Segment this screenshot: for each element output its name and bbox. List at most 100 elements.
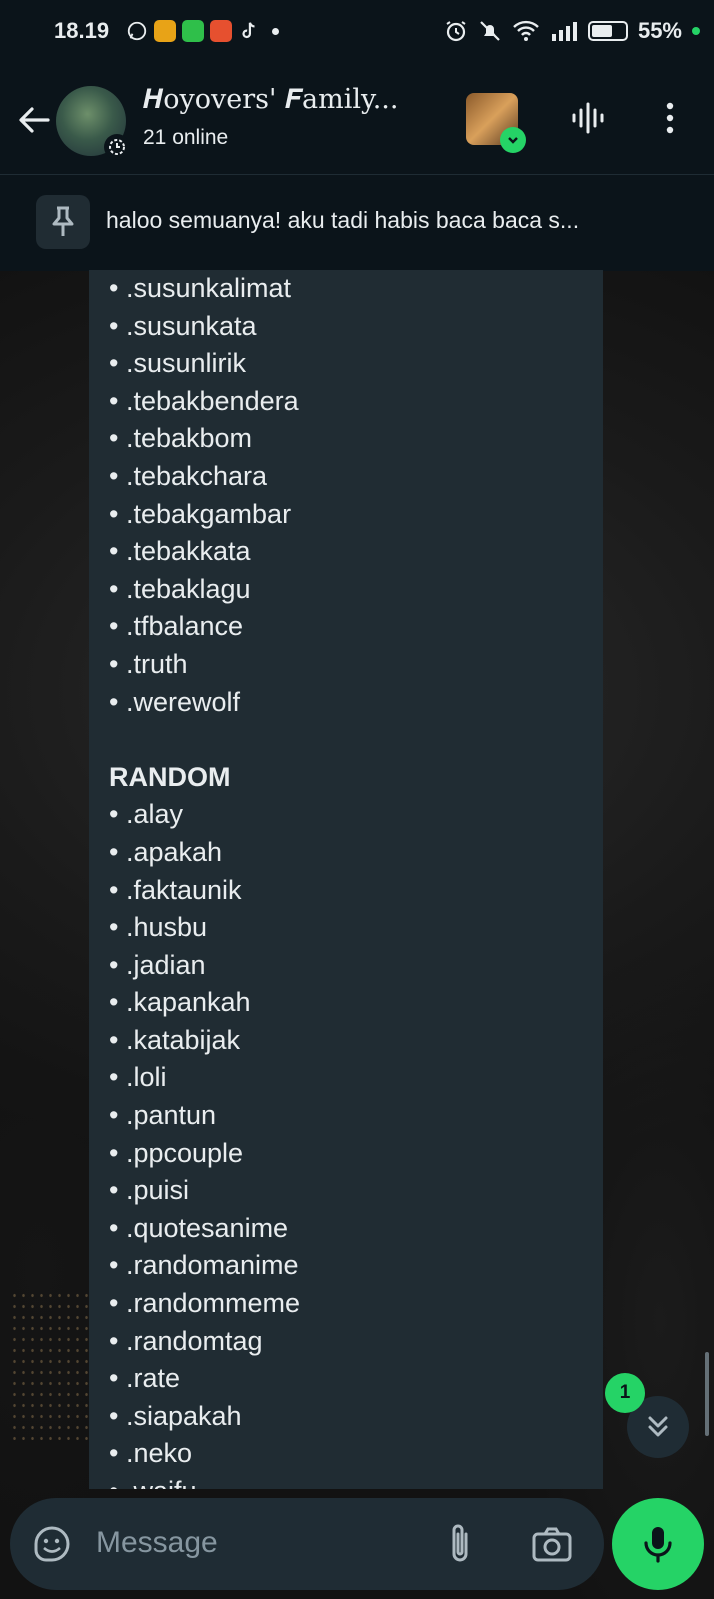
command-name: .tebakkata — [125, 536, 251, 567]
command-name: .ppcouple — [125, 1137, 244, 1168]
command-name: .husbu — [125, 912, 208, 943]
command-name: .rate — [125, 1363, 180, 1394]
battery-percent: 55% — [637, 18, 682, 43]
bullet-glyph: • — [109, 912, 119, 943]
bullet-glyph: • — [109, 987, 119, 1018]
more-options-icon[interactable] — [658, 98, 682, 138]
command-line: • .tebakbom — [109, 420, 300, 458]
unread-badge: 1 — [605, 1373, 645, 1413]
command-name: .apakah — [125, 836, 223, 867]
command-line: • .truth — [109, 646, 300, 684]
group-avatar[interactable] — [56, 86, 130, 160]
double-chevron-down-icon — [648, 1416, 668, 1437]
bullet-glyph: • — [109, 1400, 119, 1431]
command-name: .tebakbendera — [125, 385, 299, 416]
command-line: • .tebakbendera — [109, 383, 300, 421]
voice-message-button[interactable] — [612, 1498, 704, 1590]
bullet-glyph: • — [109, 874, 119, 905]
pinned-message-bar[interactable]: haloo semuanya! aku tadi habis baca baca… — [0, 174, 714, 271]
bullet-glyph: • — [109, 1438, 119, 1469]
bullet-glyph: • — [109, 1476, 118, 1489]
bullet-glyph: • — [109, 836, 119, 867]
command-line: • .tebakchara — [109, 458, 300, 496]
bullet-glyph: • — [109, 273, 119, 303]
bullet-glyph: • — [109, 1363, 119, 1394]
bullet-glyph: • — [109, 423, 119, 454]
signal-icon — [551, 22, 577, 41]
bullet-glyph: • — [109, 1250, 119, 1281]
command-line: • .pantun — [109, 1097, 300, 1135]
bullet-glyph: • — [109, 648, 119, 679]
bullet-glyph: • — [109, 1024, 119, 1055]
bullet-glyph: • — [109, 1137, 119, 1168]
bullet-glyph: • — [109, 460, 119, 491]
message-input[interactable]: Message — [96, 1526, 218, 1560]
command-name: .tebakbom — [125, 423, 253, 454]
command-name: .tfbalance — [125, 611, 244, 642]
message-bubble[interactable]: • .susunkalimat • .susunkata • .susunlirik… — [89, 270, 603, 1489]
command-line: • .tebaklagu — [109, 571, 300, 609]
bullet-glyph: • — [109, 1175, 119, 1206]
scrollbar[interactable] — [705, 1352, 709, 1436]
command-name: .faktaunik — [125, 874, 242, 905]
command-line: • .neko — [109, 1435, 300, 1473]
command-line: • .jadian — [109, 947, 300, 985]
wifi-icon — [513, 20, 539, 41]
command-line: • .randommeme — [109, 1285, 300, 1323]
command-line: • .apakah — [109, 834, 300, 872]
command-line: • .puisi — [109, 1172, 300, 1210]
game-app-icon — [210, 20, 232, 42]
command-name: .jadian — [125, 949, 206, 980]
command-name: .truth — [125, 648, 188, 679]
notification-icons — [126, 20, 279, 42]
pinned-message-text: haloo semuanya! aku tadi habis baca baca… — [106, 207, 580, 233]
community-icon[interactable] — [466, 93, 526, 153]
command-line: • .susunlirik — [109, 345, 300, 383]
command-name: .waifu — [126, 1476, 197, 1489]
command-line: • .alay — [109, 796, 300, 834]
command-name: .tebaklagu — [125, 573, 251, 604]
disappearing-timer-icon — [104, 134, 130, 160]
group-title[interactable]: 𝑯oyovers' 𝑭amily... — [143, 84, 448, 116]
shopee-icon — [182, 20, 204, 42]
bullet-glyph: • — [109, 1212, 119, 1243]
command-name: .randomtag — [125, 1325, 263, 1356]
sticker-icon[interactable] — [30, 1522, 74, 1566]
command-name: .loli — [125, 1062, 167, 1093]
tiktok-icon — [242, 22, 255, 39]
command-name: .kapankah — [125, 987, 251, 1018]
command-line: • .randomtag — [109, 1323, 300, 1361]
bullet-glyph: • — [109, 949, 119, 980]
system-icons: 55% — [444, 18, 700, 44]
mute-icon — [480, 21, 500, 41]
command-name: .tebakgambar — [125, 498, 292, 529]
command-line: • .loli — [109, 1059, 300, 1097]
command-line: • .susunkalimat — [109, 270, 300, 308]
camera-icon[interactable] — [530, 1524, 574, 1564]
command-name: .susunkata — [125, 310, 257, 341]
bullet-glyph: • — [109, 573, 119, 604]
command-name: .susunkalimat — [125, 273, 292, 303]
bullet-glyph: • — [109, 611, 119, 642]
command-name: .siapakah — [125, 1400, 242, 1431]
command-line: • .susunkata — [109, 308, 300, 346]
command-name: .quotesanime — [125, 1212, 289, 1243]
command-name: .pantun — [125, 1100, 217, 1131]
back-arrow-icon[interactable] — [14, 100, 54, 140]
whatsapp-icon — [127, 21, 147, 41]
command-line: • .tfbalance — [109, 608, 300, 646]
command-line: • .husbu — [109, 909, 300, 947]
command-name: .susunlirik — [125, 348, 247, 379]
command-name: .alay — [125, 799, 184, 830]
bullet-glyph: • — [109, 799, 119, 830]
voice-chat-icon[interactable] — [568, 98, 608, 138]
attach-icon[interactable] — [442, 1520, 478, 1568]
pin-icon — [36, 195, 90, 249]
command-name: .puisi — [125, 1175, 189, 1206]
command-line: • .siapakah — [109, 1398, 300, 1436]
command-line: • .tebakgambar — [109, 496, 300, 534]
status-bar: 18.19 55% — [0, 0, 714, 66]
command-name: .randommeme — [125, 1288, 301, 1319]
command-line: • .waifu — [109, 1473, 300, 1489]
